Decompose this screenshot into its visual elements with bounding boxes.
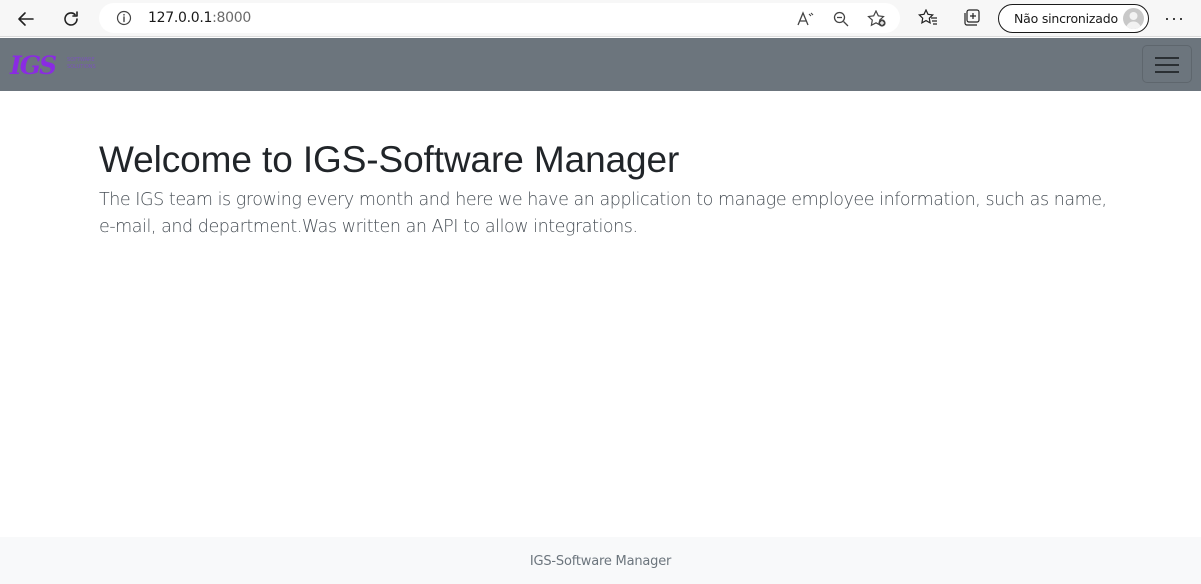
logo-mark: IGS: [10, 51, 57, 80]
read-aloud-icon[interactable]: [796, 9, 816, 29]
info-icon[interactable]: [116, 10, 132, 26]
url-port: :8000: [212, 10, 251, 26]
url-text[interactable]: 127.0.0.1:8000: [148, 10, 251, 26]
back-icon[interactable]: [13, 6, 39, 32]
hamburger-line: [1155, 64, 1179, 66]
browser-toolbar: 127.0.0.1:8000 Não sincronizado ···: [0, 0, 1201, 37]
address-bar[interactable]: 127.0.0.1:8000: [99, 3, 900, 33]
avatar: [1123, 8, 1144, 29]
more-options-icon[interactable]: ···: [1164, 8, 1185, 29]
favorites-icon[interactable]: [917, 7, 939, 29]
logo-sub-line2: SOLUTIONS: [67, 64, 96, 70]
menu-toggle-button[interactable]: [1142, 45, 1192, 83]
main-content: Welcome to IGS-Software Manager The IGS …: [99, 138, 1109, 241]
profile-label: Não sincronizado: [1014, 11, 1118, 26]
hamburger-line: [1155, 57, 1179, 59]
page-description: The IGS team is growing every month and …: [99, 190, 1107, 237]
add-favorite-icon[interactable]: [867, 9, 887, 29]
logo-subtitle: SOFTWARE SOLUTIONS: [67, 57, 96, 71]
zoom-out-icon[interactable]: [831, 9, 851, 29]
site-navbar: IGS SOFTWARE SOLUTIONS: [0, 38, 1201, 91]
footer-text: IGS-Software Manager: [529, 554, 672, 569]
brand-logo[interactable]: IGS SOFTWARE SOLUTIONS: [10, 51, 96, 80]
site-footer: IGS-Software Manager: [0, 537, 1201, 584]
page-title: Welcome to IGS-Software Manager: [99, 139, 680, 180]
collections-icon[interactable]: [961, 7, 983, 29]
logo-sub-line1: SOFTWARE: [67, 57, 95, 63]
url-host: 127.0.0.1: [148, 10, 213, 26]
profile-button[interactable]: Não sincronizado: [998, 4, 1149, 33]
refresh-icon[interactable]: [58, 6, 84, 32]
hamburger-line: [1155, 71, 1179, 73]
